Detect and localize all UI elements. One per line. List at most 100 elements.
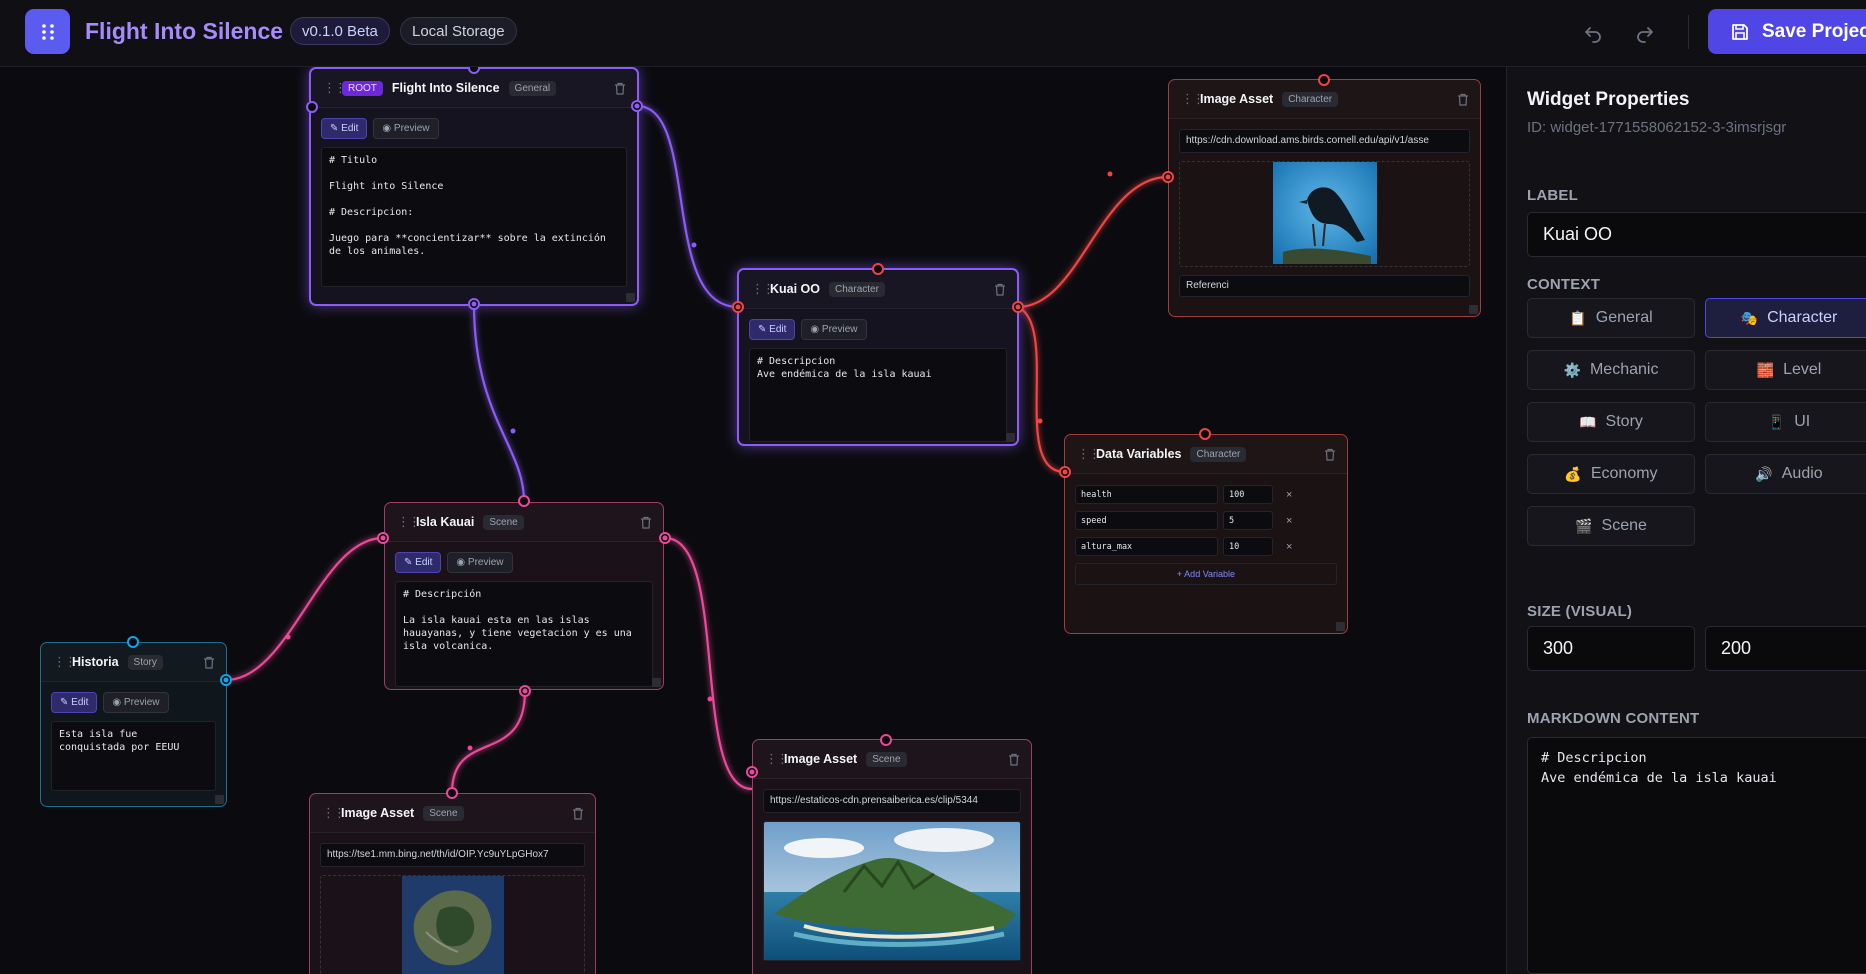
edit-tab[interactable]: ✎ Edit — [749, 319, 796, 340]
preview-tab[interactable]: ◉ Preview — [447, 552, 513, 573]
caption-input[interactable]: Referenci — [1179, 275, 1470, 297]
resize-handle[interactable] — [215, 795, 224, 804]
remove-variable-icon[interactable]: × — [1286, 541, 1292, 553]
variable-value-input[interactable]: 5 — [1223, 511, 1273, 530]
label-heading: LABEL — [1527, 187, 1578, 204]
edit-tab[interactable]: ✎ Edit — [321, 118, 368, 139]
trash-icon[interactable] — [202, 655, 216, 669]
image-asset-scene-node-2[interactable]: ⋮⋮ Image Asset Scene https://estaticos-c… — [752, 739, 1032, 974]
edit-tab[interactable]: ✎ Edit — [395, 552, 442, 573]
money-bag-icon: 💰 — [1564, 465, 1582, 482]
isla-kauai-node[interactable]: ⋮⋮ Isla Kauai Scene ✎ Edit ◉ Preview # D… — [384, 502, 664, 690]
save-project-button[interactable]: Save Project — [1708, 9, 1866, 54]
resize-handle[interactable] — [1336, 622, 1345, 631]
widget-properties-panel: Widget Properties ID: widget-17715580621… — [1506, 67, 1866, 974]
trash-icon[interactable] — [1456, 92, 1470, 106]
top-bar: Flight Into Silence v0.1.0 Beta Local St… — [0, 0, 1866, 67]
isla-node-header[interactable]: ⋮⋮ Isla Kauai Scene — [385, 503, 663, 542]
context-badge: Scene — [423, 805, 464, 821]
markdown-editor[interactable]: # Descripción La isla kauai esta en las … — [395, 581, 653, 687]
drag-handle-icon[interactable]: ⋮⋮ — [323, 80, 347, 96]
markdown-heading: MARKDOWN CONTENT — [1527, 710, 1700, 727]
variable-key-input[interactable]: altura_max — [1075, 537, 1218, 556]
variable-value-input[interactable]: 100 — [1223, 485, 1273, 504]
trash-icon[interactable] — [993, 282, 1007, 296]
context-general-button[interactable]: 📋 General — [1527, 298, 1695, 338]
trash-icon[interactable] — [1007, 752, 1021, 766]
node-canvas[interactable]: ⋮⋮ ROOT Flight Into Silence General ✎ Ed… — [0, 67, 1506, 974]
context-badge: Character — [1190, 446, 1247, 462]
context-audio-button[interactable]: 🔊 Audio — [1705, 454, 1866, 494]
image-url-input[interactable]: https://tse1.mm.bing.net/th/id/OIP.Yc9uY… — [320, 843, 585, 867]
data-variables-node[interactable]: ⋮⋮ Data Variables Character health 100 ×… — [1064, 434, 1348, 634]
drag-handle-icon[interactable]: ⋮⋮ — [322, 805, 346, 821]
width-input[interactable]: 300 — [1527, 626, 1695, 671]
edit-tab[interactable]: ✎ Edit — [51, 692, 98, 713]
drag-handle-icon[interactable]: ⋮⋮ — [751, 281, 775, 297]
wire-root-to-isla — [472, 303, 526, 502]
drag-handle-icon[interactable]: ⋮⋮ — [397, 514, 421, 530]
drag-handle-icon[interactable]: ⋮⋮ — [765, 751, 789, 767]
drag-handle-icon[interactable]: ⋮⋮ — [53, 654, 77, 670]
markdown-editor[interactable]: # Titulo Flight into Silence # Descripci… — [321, 147, 627, 287]
markdown-editor[interactable]: Esta isla fue conquistada por EEUU — [51, 721, 216, 791]
context-character-button[interactable]: 🎭 Character — [1705, 298, 1866, 338]
context-story-button[interactable]: 📖 Story — [1527, 402, 1695, 442]
drag-handle-icon[interactable]: ⋮⋮ — [1077, 446, 1101, 462]
app-grid-icon[interactable] — [25, 9, 70, 54]
gear-icon: ⚙️ — [1563, 361, 1581, 378]
preview-tab[interactable]: ◉ Preview — [373, 118, 439, 139]
root-node[interactable]: ⋮⋮ ROOT Flight Into Silence General ✎ Ed… — [309, 67, 639, 306]
context-mechanic-button[interactable]: ⚙️ Mechanic — [1527, 350, 1695, 390]
resize-handle[interactable] — [1006, 433, 1015, 442]
wire-isla-to-image1 — [450, 690, 527, 794]
image-node-header[interactable]: ⋮⋮ Image Asset Character — [1169, 80, 1480, 119]
historia-node[interactable]: ⋮⋮ Historia Story ✎ Edit ◉ Preview Esta … — [40, 642, 227, 807]
image-asset-scene-node-1[interactable]: ⋮⋮ Image Asset Scene https://tse1.mm.bin… — [309, 793, 596, 974]
remove-variable-icon[interactable]: × — [1286, 515, 1292, 527]
variable-key-input[interactable]: health — [1075, 485, 1218, 504]
markdown-content-textarea[interactable]: # Descripcion Ave endémica de la isla ka… — [1527, 737, 1866, 974]
image-url-input[interactable]: https://estaticos-cdn.prensaiberica.es/c… — [763, 789, 1021, 813]
root-node-header[interactable]: ⋮⋮ ROOT Flight Into Silence General — [311, 69, 637, 108]
context-ui-button[interactable]: 📱 UI — [1705, 402, 1866, 442]
context-level-button[interactable]: 🧱 Level — [1705, 350, 1866, 390]
app-title: Flight Into Silence — [85, 18, 284, 44]
context-scene-button[interactable]: 🎬 Scene — [1527, 506, 1695, 546]
variable-row: speed 5 × — [1075, 511, 1337, 530]
variable-value-input[interactable]: 10 — [1223, 537, 1273, 556]
trash-icon[interactable] — [1323, 447, 1337, 461]
variable-key-input[interactable]: speed — [1075, 511, 1218, 530]
image-url-input[interactable]: https://cdn.download.ams.birds.cornell.e… — [1179, 129, 1470, 153]
add-variable-button[interactable]: + Add Variable — [1075, 563, 1337, 585]
resize-handle[interactable] — [1469, 305, 1478, 314]
redo-button[interactable] — [1630, 18, 1660, 48]
floppy-disk-icon — [1732, 23, 1748, 40]
datavars-node-header[interactable]: ⋮⋮ Data Variables Character — [1065, 435, 1347, 474]
remove-variable-icon[interactable]: × — [1286, 489, 1292, 501]
trash-icon[interactable] — [639, 515, 653, 529]
trash-icon[interactable] — [571, 806, 585, 820]
undo-button[interactable] — [1578, 18, 1608, 48]
image-asset-character-node[interactable]: ⋮⋮ Image Asset Character https://cdn.dow… — [1168, 79, 1481, 317]
image-node-header[interactable]: ⋮⋮ Image Asset Scene — [310, 794, 595, 833]
image-node-header[interactable]: ⋮⋮ Image Asset Scene — [753, 740, 1031, 779]
node-title: Image Asset — [341, 806, 415, 820]
markdown-editor[interactable]: # Descripcion Ave endémica de la isla ka… — [749, 348, 1007, 442]
historia-node-header[interactable]: ⋮⋮ Historia Story — [41, 643, 226, 682]
preview-tab[interactable]: ◉ Preview — [801, 319, 867, 340]
preview-tab[interactable]: ◉ Preview — [103, 692, 169, 713]
height-input[interactable]: 200 — [1705, 626, 1866, 671]
drag-handle-icon[interactable]: ⋮⋮ — [1181, 91, 1205, 107]
label-input[interactable]: Kuai OO — [1527, 212, 1866, 257]
storage-badge: Local Storage — [400, 17, 517, 45]
kuai-oo-node[interactable]: ⋮⋮ Kuai OO Character ✎ Edit ◉ Preview # … — [737, 268, 1019, 446]
kuai-node-header[interactable]: ⋮⋮ Kuai OO Character — [739, 270, 1017, 309]
wire-isla-to-image2 — [664, 536, 753, 791]
resize-handle[interactable] — [626, 293, 635, 302]
resize-handle[interactable] — [652, 678, 661, 687]
node-title: Image Asset — [784, 752, 858, 766]
context-economy-button[interactable]: 💰 Economy — [1527, 454, 1695, 494]
trash-icon[interactable] — [613, 81, 627, 95]
node-title: Flight Into Silence — [391, 81, 500, 95]
